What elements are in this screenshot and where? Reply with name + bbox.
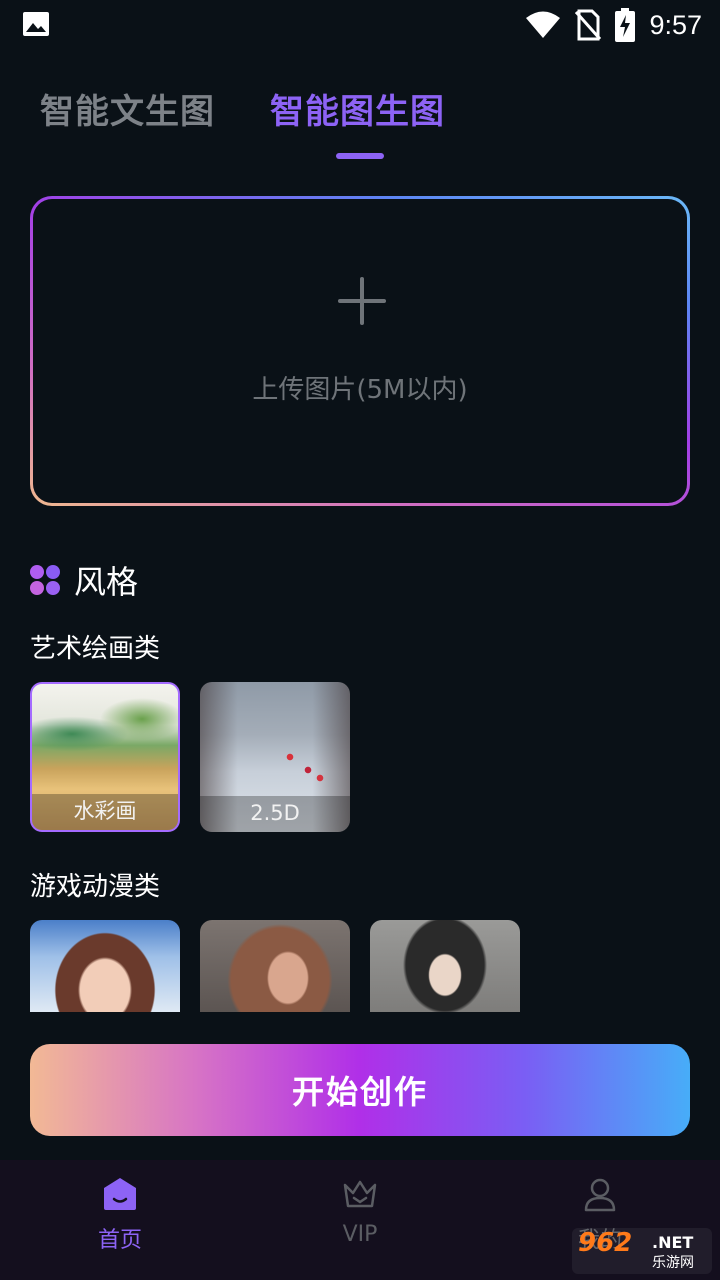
tab-image-to-image[interactable]: 智能图生图 <box>270 84 445 133</box>
nav-vip-label: VIP <box>342 1222 378 1247</box>
upload-image-inner: 上传图片(5M以内) <box>33 199 687 503</box>
style-section-title: 风格 <box>74 563 139 601</box>
mode-tabs: 智能文生图 智能图生图 <box>40 80 680 170</box>
start-create-button[interactable]: 开始创作 <box>30 1044 690 1136</box>
category-title-game-anime: 游戏动漫类 <box>30 872 161 902</box>
category-title-art: 艺术绘画类 <box>30 634 161 664</box>
upload-image-area[interactable]: 上传图片(5M以内) <box>30 196 690 506</box>
watermark-logo: 962 .NET 乐游网 <box>572 1228 712 1274</box>
user-icon <box>584 1178 616 1212</box>
status-bar: 9:57 <box>0 0 720 50</box>
style-card-watercolor[interactable]: 水彩画 <box>30 682 180 832</box>
plus-icon <box>338 277 386 325</box>
active-tab-indicator <box>336 153 384 159</box>
start-create-label: 开始创作 <box>291 1073 428 1111</box>
style-card-anime-1[interactable] <box>30 920 180 1012</box>
nav-vip[interactable]: VIP <box>240 1160 480 1280</box>
bottom-nav: 首页 VIP 我的 962 .NET 乐游网 <box>0 1160 720 1280</box>
tab-text-to-image[interactable]: 智能文生图 <box>40 84 215 133</box>
home-icon <box>104 1178 136 1210</box>
nav-home[interactable]: 首页 <box>0 1160 240 1280</box>
watermark-net: .NET <box>652 1233 694 1252</box>
watermark-brand: 962 <box>578 1228 633 1258</box>
gallery-icon <box>23 12 49 36</box>
style-card-label: 2.5D <box>200 796 350 832</box>
crown-icon <box>343 1180 377 1208</box>
style-card-2-5d[interactable]: 2.5D <box>200 682 350 832</box>
nav-home-label: 首页 <box>97 1228 142 1253</box>
upload-hint: 上传图片(5M以内) <box>252 375 468 405</box>
style-card-anime-3[interactable] <box>370 920 520 1012</box>
wifi-icon <box>526 11 561 38</box>
watermark-sub: 乐游网 <box>652 1255 694 1271</box>
no-sim-icon <box>575 9 602 41</box>
clover-icon <box>30 565 60 595</box>
style-section-header: 风格 <box>30 560 139 601</box>
style-card-anime-2[interactable] <box>200 920 350 1012</box>
battery-charging-icon <box>615 8 636 42</box>
status-time: 9:57 <box>649 9 702 40</box>
style-card-label: 水彩画 <box>32 794 178 830</box>
